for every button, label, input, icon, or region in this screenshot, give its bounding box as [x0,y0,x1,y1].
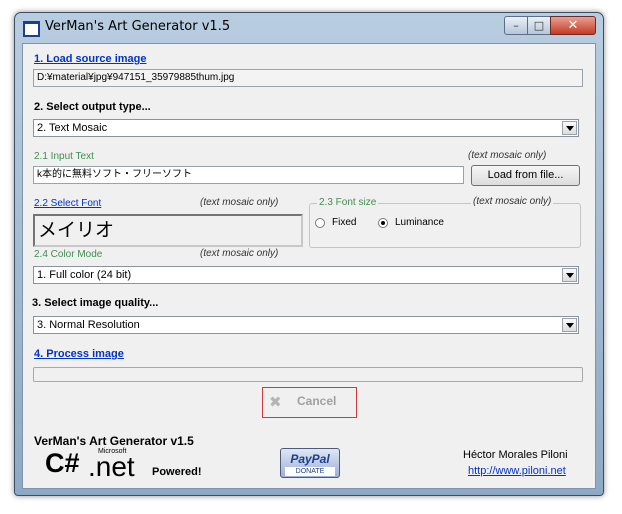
load-source-image-link[interactable]: 1. Load source image [34,53,146,65]
luminance-radio[interactable] [378,218,388,228]
output-type-value: 2. Text Mosaic [37,122,108,134]
color-mode-note: (text mosaic only) [200,248,279,259]
app-window: VerMan's Art Generator v1.5 – □ ✕ 1. Loa… [14,12,604,496]
chevron-down-icon[interactable] [562,268,577,282]
cancel-label: Cancel [297,394,337,408]
app-window-icon [23,21,40,37]
chevron-down-icon[interactable] [562,318,577,332]
input-text-note: (text mosaic only) [468,150,547,161]
chevron-down-icon[interactable] [562,121,577,135]
image-quality-value: 3. Normal Resolution [37,319,140,331]
output-type-select[interactable]: 2. Text Mosaic [33,119,579,137]
main-panel: 1. Load source image D:¥material¥jpg¥947… [22,43,596,489]
fixed-radio-label[interactable]: Fixed [332,217,356,228]
title-bar[interactable]: VerMan's Art Generator v1.5 – □ ✕ [15,13,603,41]
footer-app-title: VerMan's Art Generator v1.5 [34,434,194,448]
load-from-file-button[interactable]: Load from file... [471,165,580,186]
donate-label: DONATE [285,467,335,476]
dotnet-logo: .net [88,451,135,482]
font-size-note: (text mosaic only) [471,196,554,207]
image-quality-header: 3. Select image quality... [32,297,159,309]
progress-bar [33,367,583,382]
window-title: VerMan's Art Generator v1.5 [45,19,231,34]
author-name: Héctor Morales Piloni [463,449,568,461]
color-mode-select[interactable]: 1. Full color (24 bit) [33,266,579,284]
luminance-radio-label[interactable]: Luminance [395,217,444,228]
color-mode-value: 1. Full color (24 bit) [37,269,132,281]
input-text-label: 2.1 Input Text [34,151,94,162]
maximize-icon: □ [533,19,545,32]
cancel-x-icon: ✖ [269,393,282,411]
select-font-note: (text mosaic only) [200,197,279,208]
input-text-field[interactable]: k本的に無料ソフト・フリーソフト [33,166,464,184]
paypal-donate-button[interactable]: PayPal DONATE [280,448,340,478]
author-website-link[interactable]: http://www.piloni.net [468,465,566,477]
font-size-legend: 2.3 Font size [317,197,379,208]
process-image-link[interactable]: 4. Process image [34,348,124,360]
output-type-header: 2. Select output type... [34,101,151,113]
color-mode-label: 2.4 Color Mode [34,249,103,260]
source-path-field[interactable]: D:¥material¥jpg¥947151_35979885thum.jpg [33,69,583,87]
minimize-button[interactable]: – [504,16,528,35]
font-preview-box: メイリオ [33,214,303,247]
select-font-link[interactable]: 2.2 Select Font [34,198,101,209]
powered-text: Powered! [152,466,202,478]
close-button[interactable]: ✕ [550,16,596,35]
image-quality-select[interactable]: 3. Normal Resolution [33,316,579,334]
cancel-button[interactable]: ✖ Cancel [262,387,357,418]
close-icon: ✕ [567,18,579,33]
csharp-logo: C# [45,448,80,478]
minimize-icon: – [513,19,519,32]
maximize-button[interactable]: □ [527,16,551,35]
fixed-radio[interactable] [315,218,325,228]
paypal-logo: PayPal [290,452,330,466]
